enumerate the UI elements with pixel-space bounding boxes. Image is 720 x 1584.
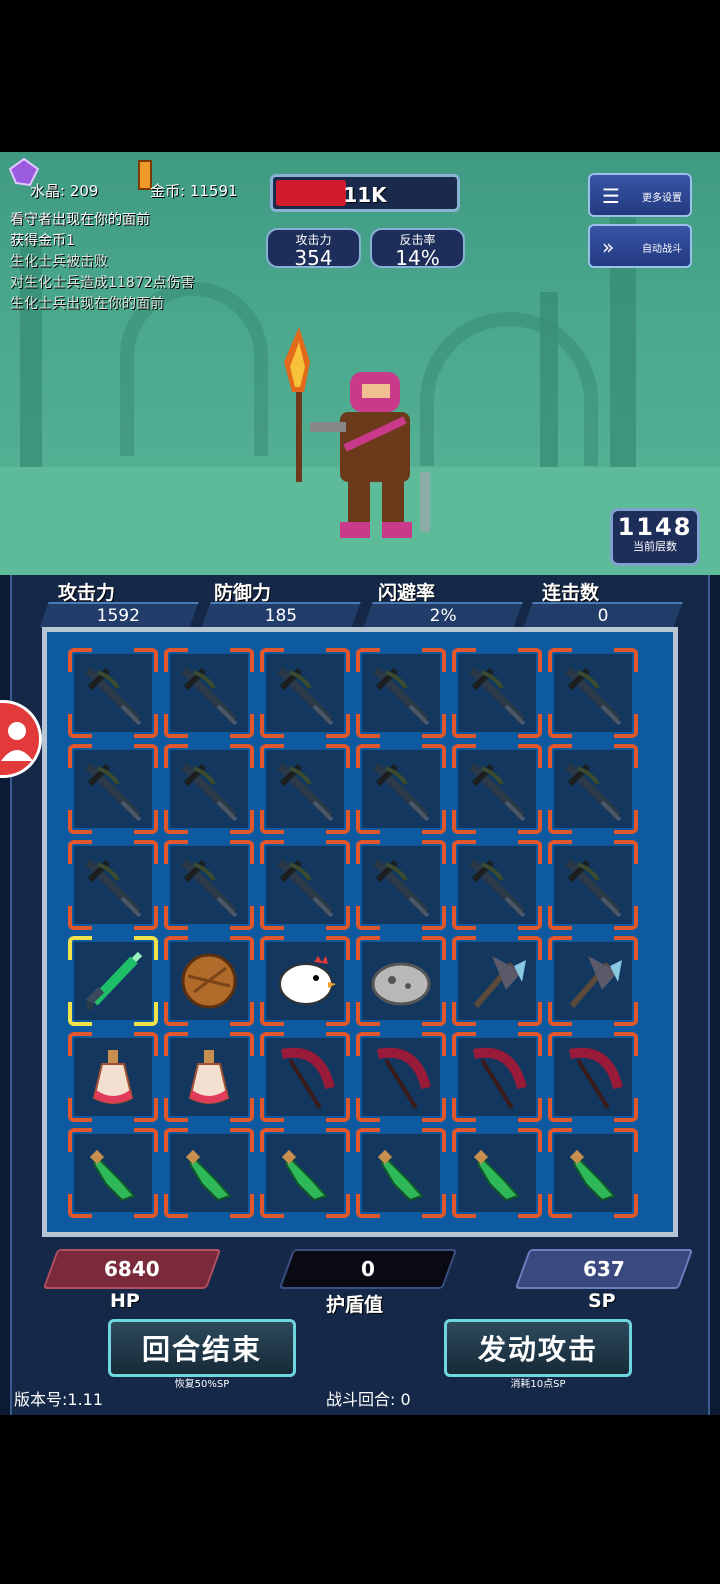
inventory-slot[interactable] [68,840,158,930]
inventory-slot[interactable] [452,936,542,1026]
stat-value-attack: 1592 [39,602,199,628]
inventory-grid [42,627,678,1237]
log-line: 生化士兵被击败 [10,254,108,270]
inventory-slot[interactable] [68,1128,158,1218]
crystal-count: 水晶: 209 [30,182,99,200]
inventory-slot[interactable] [356,936,446,1026]
enemy-attack-chip: 攻击力 354 [266,228,361,270]
floor-number: 1148 [617,513,693,541]
list-icon: ☰ [602,184,620,208]
stat-label-attack: 攻击力 [58,582,116,604]
enemy-attack-value: 354 [294,246,333,270]
end-turn-button[interactable]: 回合结束 恢复50%SP [108,1319,296,1390]
floor-counter: 1148 当前层数 [610,508,700,566]
inventory-slot[interactable] [260,1032,350,1122]
version-label: 版本号:1.11 [14,1390,104,1409]
stat-label-defense: 防御力 [214,582,272,604]
stat-value-text: 0 [597,606,609,626]
hp-label: HP [110,1290,140,1312]
battle-log: 看守者出现在你的面前 获得金币1 生化士兵被击败 对生化士兵造成11872点伤害… [10,210,195,315]
hp-value: 6840 [104,1257,160,1281]
shield-value: 0 [361,1257,375,1281]
stat-value-text: 2% [429,606,457,626]
attack-label: 发动攻击 [477,1333,598,1366]
hp-value-box: 6840 [42,1249,222,1289]
enemy-counter-chip: 反击率 14% [370,228,465,270]
stat-value-defense: 185 [201,602,361,628]
inventory-slot[interactable] [356,744,446,834]
inventory-slot[interactable] [68,744,158,834]
attack-sub: 消耗10点SP [510,1379,566,1390]
enemy-hp-bar: 11K [270,174,460,212]
shield-value-box: 0 [278,1249,458,1289]
inventory-slot[interactable] [356,1128,446,1218]
inventory-slot[interactable] [548,936,638,1026]
inventory-slot[interactable] [260,1128,350,1218]
inventory-slot[interactable] [452,744,542,834]
stat-label-dodge: 闪避率 [378,582,436,604]
inventory-slot[interactable] [356,648,446,738]
inventory-slot[interactable] [260,648,350,738]
user-icon [1,722,33,761]
attack-button[interactable]: 发动攻击 消耗10点SP [444,1319,632,1390]
log-line: 看守者出现在你的面前 [10,212,150,228]
auto-battle-button[interactable]: » 自动战斗 [588,224,692,268]
inventory-slot[interactable] [452,648,542,738]
inventory-slot[interactable] [452,1032,542,1122]
log-line: 对生化士兵造成11872点伤害 [10,275,195,291]
inventory-slot[interactable] [452,840,542,930]
stat-value-text: 1592 [96,606,141,626]
battle-round-label: 战斗回合: 0 [326,1390,411,1409]
inventory-slot[interactable] [68,1032,158,1122]
inventory-slot[interactable] [260,840,350,930]
hero-sprite [284,327,430,538]
enemy-counter-value: 14% [395,246,440,270]
more-settings-label: 更多设置 [642,193,682,204]
inventory-slot[interactable] [548,840,638,930]
inventory-slot[interactable] [548,1128,638,1218]
shield-label: 护盾值 [326,1294,384,1316]
stat-value-dodge: 2% [363,602,523,628]
inventory-slot[interactable] [548,744,638,834]
gold-count: 金币: 11591 [150,182,238,200]
inventory-slot[interactable] [452,1128,542,1218]
inventory-slot[interactable] [164,840,254,930]
inventory-slot[interactable] [548,648,638,738]
sp-label: SP [588,1290,616,1312]
inventory-slot[interactable] [260,936,350,1026]
log-line: 生化士兵出现在你的面前 [10,296,164,312]
profile-avatar-button[interactable] [0,700,42,778]
inventory-slot[interactable] [356,840,446,930]
enemy-hp-text: 11K [343,183,387,207]
inventory-slot[interactable] [548,1032,638,1122]
log-line: 获得金币1 [10,233,75,249]
sp-value-box: 637 [514,1249,694,1289]
stat-label-combo: 连击数 [542,582,600,604]
sp-value: 637 [583,1257,625,1281]
inventory-slot[interactable] [164,1032,254,1122]
more-settings-button[interactable]: ☰ 更多设置 [588,173,692,217]
inventory-slot[interactable] [356,1032,446,1122]
end-turn-label: 回合结束 [141,1333,262,1366]
inventory-slot[interactable] [68,648,158,738]
inventory-slot[interactable] [164,648,254,738]
stat-value-combo: 0 [523,602,683,628]
inventory-slot[interactable] [164,1128,254,1218]
auto-battle-label: 自动战斗 [642,244,682,255]
inventory-slot[interactable] [260,744,350,834]
inventory-slot[interactable] [68,936,158,1026]
inventory-slot[interactable] [164,936,254,1026]
stat-value-text: 185 [264,606,297,626]
end-turn-sub: 恢复50%SP [174,1379,230,1390]
inventory-slot[interactable] [164,744,254,834]
fast-forward-icon: » [602,235,615,259]
